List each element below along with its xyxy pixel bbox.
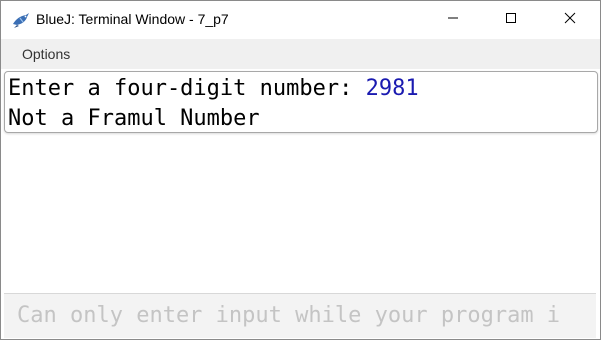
title-bar[interactable]: BlueJ: Terminal Window - 7_p7: [1, 1, 600, 39]
terminal-line: Not a Framul Number: [8, 106, 260, 131]
close-icon: [564, 11, 576, 29]
maximize-button[interactable]: [488, 1, 534, 39]
terminal-output[interactable]: Enter a four-digit number: 2981 Not a Fr…: [4, 71, 598, 133]
minimize-icon: [447, 11, 459, 29]
window-title: BlueJ: Terminal Window - 7_p7: [36, 11, 229, 27]
minimize-button[interactable]: [430, 1, 476, 39]
bluej-bird-icon: [11, 10, 31, 30]
close-button[interactable]: [547, 1, 593, 39]
menu-options[interactable]: Options: [22, 46, 70, 62]
user-input-text: 2981: [365, 76, 419, 101]
maximize-icon: [505, 11, 517, 29]
prompt-text: Enter a four-digit number:: [8, 76, 366, 101]
menu-bar: Options: [1, 39, 600, 69]
terminal-line: Enter a four-digit number: 2981: [8, 74, 419, 104]
input-placeholder: Can only enter input while your program …: [17, 303, 561, 328]
terminal-window: BlueJ: Terminal Window - 7_p7 Options En…: [0, 0, 601, 340]
terminal-input-field[interactable]: Can only enter input while your program …: [4, 293, 596, 338]
